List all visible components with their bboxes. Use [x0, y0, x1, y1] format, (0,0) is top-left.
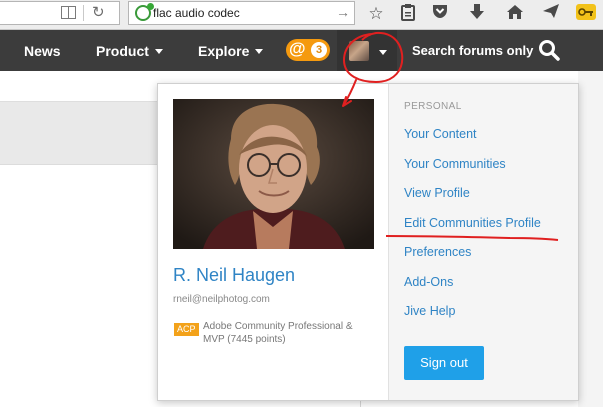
search-engine-icon	[135, 3, 154, 21]
send-icon[interactable]	[540, 3, 562, 25]
avatar	[349, 41, 369, 61]
nav-explore[interactable]: Explore	[198, 43, 264, 59]
download-icon[interactable]	[466, 3, 488, 25]
home-icon[interactable]	[504, 3, 526, 25]
url-bar[interactable]: ↻	[0, 1, 120, 25]
user-menu-toggle[interactable]	[337, 30, 397, 71]
profile-email: rneil@neilphotog.com	[173, 294, 270, 305]
reload-icon[interactable]: ↻	[92, 3, 105, 21]
reader-view-icon[interactable]	[61, 6, 76, 19]
notifications-button[interactable]: @ 3	[286, 39, 330, 61]
star-icon[interactable]: ☆	[365, 3, 387, 25]
personal-menu: PERSONAL Your Content Your Communities V…	[388, 84, 578, 400]
search-go-icon[interactable]: →	[336, 4, 350, 20]
notification-count: 3	[311, 42, 327, 58]
nav-explore-label: Explore	[198, 43, 250, 59]
acp-badge: ACP	[174, 323, 199, 336]
profile-photo[interactable]	[173, 99, 374, 249]
profile-card: R. Neil Haugen rneil@neilphotog.com ACP …	[158, 84, 388, 400]
clipboard-icon[interactable]	[397, 3, 419, 25]
site-nav: News Product Explore @ 3 Search forums o…	[0, 30, 603, 71]
chevron-down-icon	[154, 49, 163, 54]
nav-news[interactable]: News	[24, 43, 61, 59]
search-icon[interactable]	[538, 39, 560, 61]
menu-item-jive-help[interactable]: Jive Help	[404, 304, 455, 318]
profile-name[interactable]: R. Neil Haugen	[173, 265, 295, 286]
menu-item-preferences[interactable]: Preferences	[404, 245, 471, 259]
divider	[83, 5, 84, 21]
browser-search-input[interactable]: flac audio codec →	[128, 1, 355, 25]
status-description: Adobe Community Professional & MVP (7445…	[203, 321, 353, 345]
chevron-down-icon	[255, 49, 264, 54]
browser-toolbar: ↻ flac audio codec → ☆	[0, 0, 603, 30]
user-dropdown: R. Neil Haugen rneil@neilphotog.com ACP …	[157, 83, 579, 401]
nav-product-label: Product	[96, 43, 149, 59]
pocket-icon[interactable]	[429, 3, 451, 25]
chevron-down-icon	[379, 50, 387, 55]
nav-product[interactable]: Product	[96, 43, 163, 59]
mention-icon: @	[289, 39, 306, 58]
menu-item-your-content[interactable]: Your Content	[404, 127, 477, 141]
sign-out-button[interactable]: Sign out	[404, 346, 484, 380]
search-query-text: flac audio codec	[153, 6, 240, 20]
menu-item-edit-communities-profile[interactable]: Edit Communities Profile	[404, 216, 541, 230]
search-forums-label[interactable]: Search forums only	[412, 43, 533, 58]
menu-item-view-profile[interactable]: View Profile	[404, 186, 470, 200]
key-icon[interactable]	[575, 3, 597, 25]
menu-item-your-communities[interactable]: Your Communities	[404, 157, 506, 171]
page-sidebar	[578, 71, 603, 407]
menu-item-add-ons[interactable]: Add-Ons	[404, 275, 453, 289]
menu-heading: PERSONAL	[404, 101, 462, 112]
